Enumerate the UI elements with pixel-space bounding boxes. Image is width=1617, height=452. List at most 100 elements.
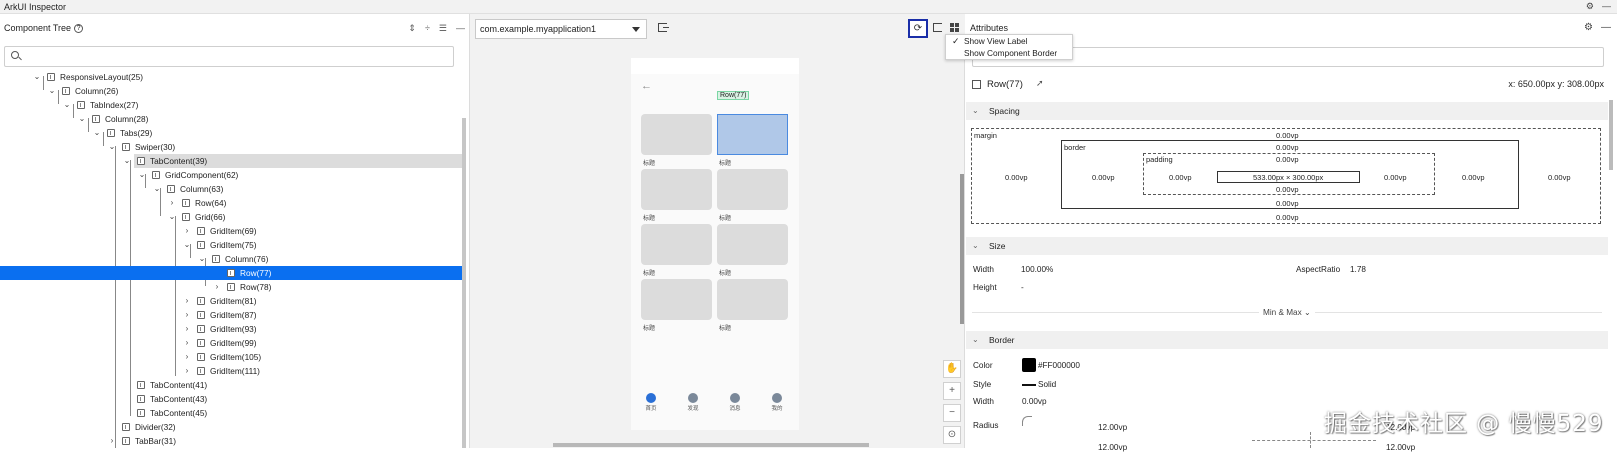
minimize-icon[interactable]: — [1602, 1, 1611, 12]
chevron-right-icon[interactable]: › [213, 280, 221, 294]
size-height-value[interactable]: - [1021, 283, 1024, 292]
section-spacing[interactable]: ⌄ Spacing [966, 102, 1608, 120]
chevron-down-icon[interactable]: ⌄ [78, 112, 86, 126]
tree-node[interactable]: ⌄ GridComponent(62) [0, 168, 466, 182]
tree-node[interactable]: › GridItem(105) [0, 350, 466, 364]
jump-to-source-icon[interactable]: ➚ [1036, 78, 1044, 89]
grid-card[interactable] [641, 224, 712, 265]
radius-value[interactable]: 12.00vp [1098, 423, 1127, 432]
tree-search-input[interactable] [4, 46, 454, 67]
gear-icon[interactable]: ⚙ [1584, 22, 1593, 33]
color-swatch[interactable] [1022, 358, 1036, 372]
border-color-value[interactable]: #FF000000 [1038, 361, 1080, 370]
zoom-out-button[interactable]: − [943, 404, 961, 422]
tree-node[interactable]: › GridItem(81) [0, 294, 466, 308]
menu-item-show-view-label[interactable]: ✓ Show View Label [946, 35, 1072, 47]
tree-node[interactable]: Divider(32) [0, 420, 466, 434]
view-options-icon[interactable] [950, 23, 959, 32]
tree-node[interactable]: ⌄ Column(63) [0, 182, 466, 196]
border-width-value[interactable]: 0.00vp [1022, 397, 1047, 406]
pan-hand-icon[interactable]: ✋ [943, 360, 961, 378]
chevron-down-icon[interactable]: ⌄ [63, 98, 71, 112]
chevron-right-icon[interactable]: › [183, 350, 191, 364]
tree-scrollbar[interactable] [462, 118, 466, 448]
tree-node[interactable]: › TabBar(31) [0, 434, 466, 448]
min-max-toggle[interactable]: Min & Max ⌄ [1259, 307, 1315, 317]
preview-vertical-scrollbar[interactable] [960, 174, 964, 324]
gear-icon[interactable]: ⚙ [1586, 1, 1594, 12]
chevron-right-icon[interactable]: › [183, 364, 191, 378]
grid-card[interactable] [717, 279, 788, 320]
chevron-right-icon[interactable]: › [183, 294, 191, 308]
export-icon[interactable] [933, 23, 942, 32]
tab-discover[interactable]: 发现 [678, 393, 708, 412]
back-arrow-icon[interactable]: ← [641, 80, 652, 92]
tree-node[interactable]: TabContent(43) [0, 392, 466, 406]
chevron-right-icon[interactable]: › [183, 224, 191, 238]
chevron-down-icon[interactable]: ⌄ [153, 182, 161, 196]
zoom-in-button[interactable]: + [943, 382, 961, 400]
tree-node[interactable]: › GridItem(93) [0, 322, 466, 336]
tree-node[interactable]: ⌄ Grid(66) [0, 210, 466, 224]
tree-node[interactable]: ⌄ Column(28) [0, 112, 466, 126]
section-size[interactable]: ⌄ Size [966, 237, 1608, 255]
grid-card[interactable] [717, 169, 788, 210]
tree-node[interactable]: ⌄ TabIndex(27) [0, 98, 466, 112]
tree-node[interactable]: ⌄ Column(76) [0, 252, 466, 266]
tree-node[interactable]: ⌄ Swiper(30) [0, 140, 466, 154]
fit-screen-button[interactable]: ⊙ [943, 426, 961, 444]
menu-item-show-component-border[interactable]: Show Component Border [946, 47, 1072, 59]
tree-node[interactable]: ⌄ ResponsiveLayout(25) [0, 70, 466, 84]
chevron-down-icon[interactable]: ⌄ [48, 84, 56, 98]
tab-home[interactable]: 首页 [636, 393, 666, 412]
device-preview[interactable]: ← Row(77) 标题 标题 标题 标题 标题 标题 标题 标题 首页 发现 [631, 58, 799, 430]
preview-horizontal-scrollbar[interactable] [553, 443, 869, 447]
grid-card[interactable] [641, 279, 712, 320]
help-icon[interactable]: ? [74, 23, 84, 33]
tree-node[interactable]: › GridItem(99) [0, 336, 466, 350]
tree-node[interactable]: ⌄ TabContent(39) [0, 154, 466, 168]
minimize-panel-icon[interactable]: — [456, 23, 465, 34]
tree-node[interactable]: ⌄ Column(26) [0, 84, 466, 98]
chevron-down-icon[interactable]: ⌄ [33, 70, 41, 84]
chevron-right-icon[interactable]: › [183, 336, 191, 350]
chevron-right-icon[interactable]: › [108, 434, 116, 448]
grid-card[interactable] [717, 224, 788, 265]
refresh-button[interactable]: ⟳ [908, 19, 928, 38]
border-style-value[interactable]: Solid [1038, 380, 1056, 389]
tree-node[interactable]: ⌄ GridItem(75) [0, 238, 466, 252]
app-select[interactable]: com.example.myapplication1 [475, 19, 647, 39]
tree-node[interactable]: › Row(64) [0, 196, 466, 210]
collapse-all-icon[interactable]: ÷ [425, 23, 430, 34]
chevron-down-icon[interactable]: ⌄ [183, 238, 191, 252]
tree-node[interactable]: › GridItem(69) [0, 224, 466, 238]
list-icon[interactable]: ☰ [439, 23, 447, 34]
size-width-value[interactable]: 100.00% [1021, 265, 1053, 274]
chevron-down-icon[interactable]: ⌄ [138, 168, 146, 182]
chevron-right-icon[interactable]: › [168, 196, 176, 210]
chevron-down-icon[interactable]: ⌄ [93, 126, 101, 140]
tab-messages[interactable]: 消息 [720, 393, 750, 412]
attributes-scrollbar[interactable] [1609, 100, 1613, 170]
grid-card[interactable] [641, 169, 712, 210]
chevron-down-icon[interactable]: ⌄ [198, 252, 206, 266]
tree-node[interactable]: ⌄ Tabs(29) [0, 126, 466, 140]
minimize-panel-icon[interactable]: — [1601, 22, 1611, 33]
tree-node[interactable]: › GridItem(111) [0, 364, 466, 378]
chevron-down-icon[interactable]: ⌄ [123, 154, 131, 168]
section-border[interactable]: ⌄ Border [966, 331, 1608, 349]
expand-all-icon[interactable]: ⇕ [408, 23, 416, 34]
tree-node-selected[interactable]: Row(77) [0, 266, 466, 280]
chevron-down-icon[interactable]: ⌄ [168, 210, 176, 224]
tab-profile[interactable]: 我的 [762, 393, 792, 412]
chevron-right-icon[interactable]: › [183, 322, 191, 336]
tree-node[interactable]: TabContent(45) [0, 406, 466, 420]
aspect-ratio-value[interactable]: 1.78 [1350, 265, 1366, 274]
disconnect-icon[interactable] [658, 23, 669, 32]
tree-node[interactable]: › GridItem(87) [0, 308, 466, 322]
grid-card-selected[interactable] [717, 114, 788, 155]
tree-node[interactable]: TabContent(41) [0, 378, 466, 392]
tree-node[interactable]: › Row(78) [0, 280, 466, 294]
grid-card[interactable] [641, 114, 712, 155]
chevron-right-icon[interactable]: › [183, 308, 191, 322]
